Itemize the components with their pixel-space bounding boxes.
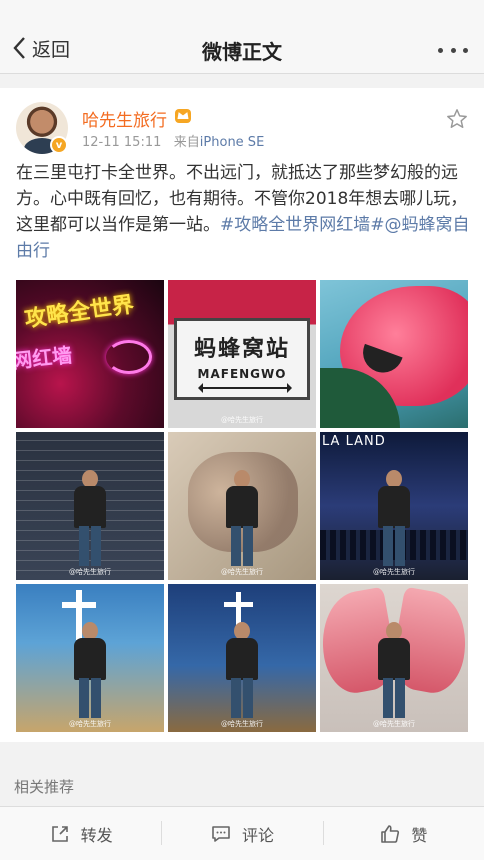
like-label: 赞 xyxy=(411,825,428,845)
photo-5[interactable]: @哈先生旅行 xyxy=(168,432,316,580)
separator xyxy=(0,74,484,88)
thumbs-up-icon xyxy=(381,824,400,843)
more-options-button[interactable] xyxy=(438,38,468,62)
like-button[interactable]: 赞 xyxy=(322,807,484,860)
post-source: iPhone SE xyxy=(199,135,265,150)
username-link[interactable]: 哈先生旅行 xyxy=(82,106,167,131)
verified-badge-icon: v xyxy=(50,136,68,154)
vip-crown-icon xyxy=(175,109,191,123)
photo-grid: 攻略全世界 网红墙 蚂蜂窝站 MAFENGWO @哈先生旅行 @哈先生旅行 @哈… xyxy=(16,280,468,732)
person-figure xyxy=(222,470,262,566)
topic-link[interactable]: #攻略全世界网红墙# xyxy=(220,215,385,235)
post-time: 12-11 15:11 xyxy=(82,135,162,150)
repost-icon xyxy=(51,825,68,842)
photo-watermark: @哈先生旅行 xyxy=(221,568,263,576)
comment-icon xyxy=(212,825,230,842)
more-dot xyxy=(450,47,456,53)
neon-text-1: 攻略全世界 xyxy=(23,292,136,333)
related-label: 相关推荐 xyxy=(14,778,75,796)
person-figure xyxy=(374,622,414,718)
photo-6[interactable]: LA LAND @哈先生旅行 xyxy=(320,432,468,580)
weibo-post: v 哈先生旅行 12-11 15:11 来自iPhone SE 在三里屯打卡全世… xyxy=(0,88,484,742)
neon-text-2: 网红墙 xyxy=(16,342,74,374)
sign-subtitle: MAFENGWO xyxy=(197,367,287,381)
person-figure xyxy=(374,470,414,566)
photo-watermark: @哈先生旅行 xyxy=(221,720,263,728)
photo-7[interactable]: @哈先生旅行 xyxy=(16,584,164,732)
photo-watermark: @哈先生旅行 xyxy=(373,720,415,728)
neon-swirl xyxy=(106,340,152,374)
photo-watermark: @哈先生旅行 xyxy=(69,568,111,576)
repost-label: 转发 xyxy=(80,825,113,845)
comment-button[interactable]: 评论 xyxy=(161,807,322,860)
person-figure xyxy=(70,622,110,718)
la-land-text: LA LAND xyxy=(322,434,386,449)
post-meta: 12-11 15:11 来自iPhone SE xyxy=(82,131,264,150)
related-section: 相关推荐 xyxy=(0,758,484,806)
navbar: 返回 微博正文 xyxy=(0,0,484,74)
photo-watermark: @哈先生旅行 xyxy=(221,416,263,424)
person-figure xyxy=(70,470,110,566)
bottom-toolbar: 转发 评论 赞 xyxy=(0,806,484,860)
photo-1[interactable]: 攻略全世界 网红墙 xyxy=(16,280,164,428)
photo-watermark: @哈先生旅行 xyxy=(373,568,415,576)
double-arrow-icon xyxy=(198,383,292,393)
post-text: 在三里屯打卡全世界。不出远门，就抵达了那些梦幻般的远方。心中既有回忆，也有期待。… xyxy=(16,160,472,264)
more-dots-icon xyxy=(438,47,443,53)
station-sign: 蚂蜂窝站 MAFENGWO xyxy=(174,318,310,400)
sign-title: 蚂蜂窝站 xyxy=(193,337,290,362)
photo-9[interactable]: @哈先生旅行 xyxy=(320,584,468,732)
photo-2[interactable]: 蚂蜂窝站 MAFENGWO @哈先生旅行 xyxy=(168,280,316,428)
photo-watermark: @哈先生旅行 xyxy=(69,720,111,728)
photo-4[interactable]: @哈先生旅行 xyxy=(16,432,164,580)
more-dot xyxy=(463,47,468,53)
separator xyxy=(0,742,484,758)
person-figure xyxy=(222,622,262,718)
comment-label: 评论 xyxy=(241,825,274,845)
source-prefix: 来自 xyxy=(173,135,200,150)
page-title: 微博正文 xyxy=(202,40,282,64)
repost-button[interactable]: 转发 xyxy=(0,807,161,860)
star-icon[interactable] xyxy=(446,108,468,130)
photo-8[interactable]: @哈先生旅行 xyxy=(168,584,316,732)
photo-3[interactable] xyxy=(320,280,468,428)
